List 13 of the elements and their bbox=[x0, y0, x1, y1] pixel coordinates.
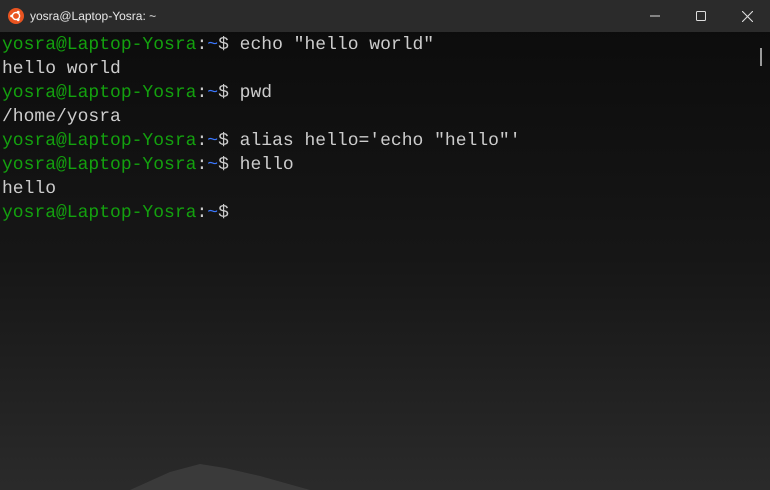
prompt-line: yosra@Laptop-Yosra:~$ bbox=[2, 202, 229, 225]
close-icon bbox=[742, 10, 752, 22]
scrollbar-thumb[interactable] bbox=[760, 48, 762, 66]
prompt-line: yosra@Laptop-Yosra:~$ echo "hello world" bbox=[2, 34, 434, 57]
prompt-line: yosra@Laptop-Yosra:~$ hello bbox=[2, 154, 294, 177]
maximize-icon bbox=[696, 11, 706, 21]
app-logo-icon bbox=[8, 8, 24, 24]
output-line: hello bbox=[2, 178, 56, 201]
output-line: hello world bbox=[2, 58, 121, 81]
window-title: yosra@Laptop-Yosra: ~ bbox=[30, 8, 156, 25]
prompt-line: yosra@Laptop-Yosra:~$ pwd bbox=[2, 82, 272, 105]
output-line: /home/yosra bbox=[2, 106, 121, 129]
prompt-line: yosra@Laptop-Yosra:~$ alias hello='echo "hello"' bbox=[2, 130, 521, 153]
